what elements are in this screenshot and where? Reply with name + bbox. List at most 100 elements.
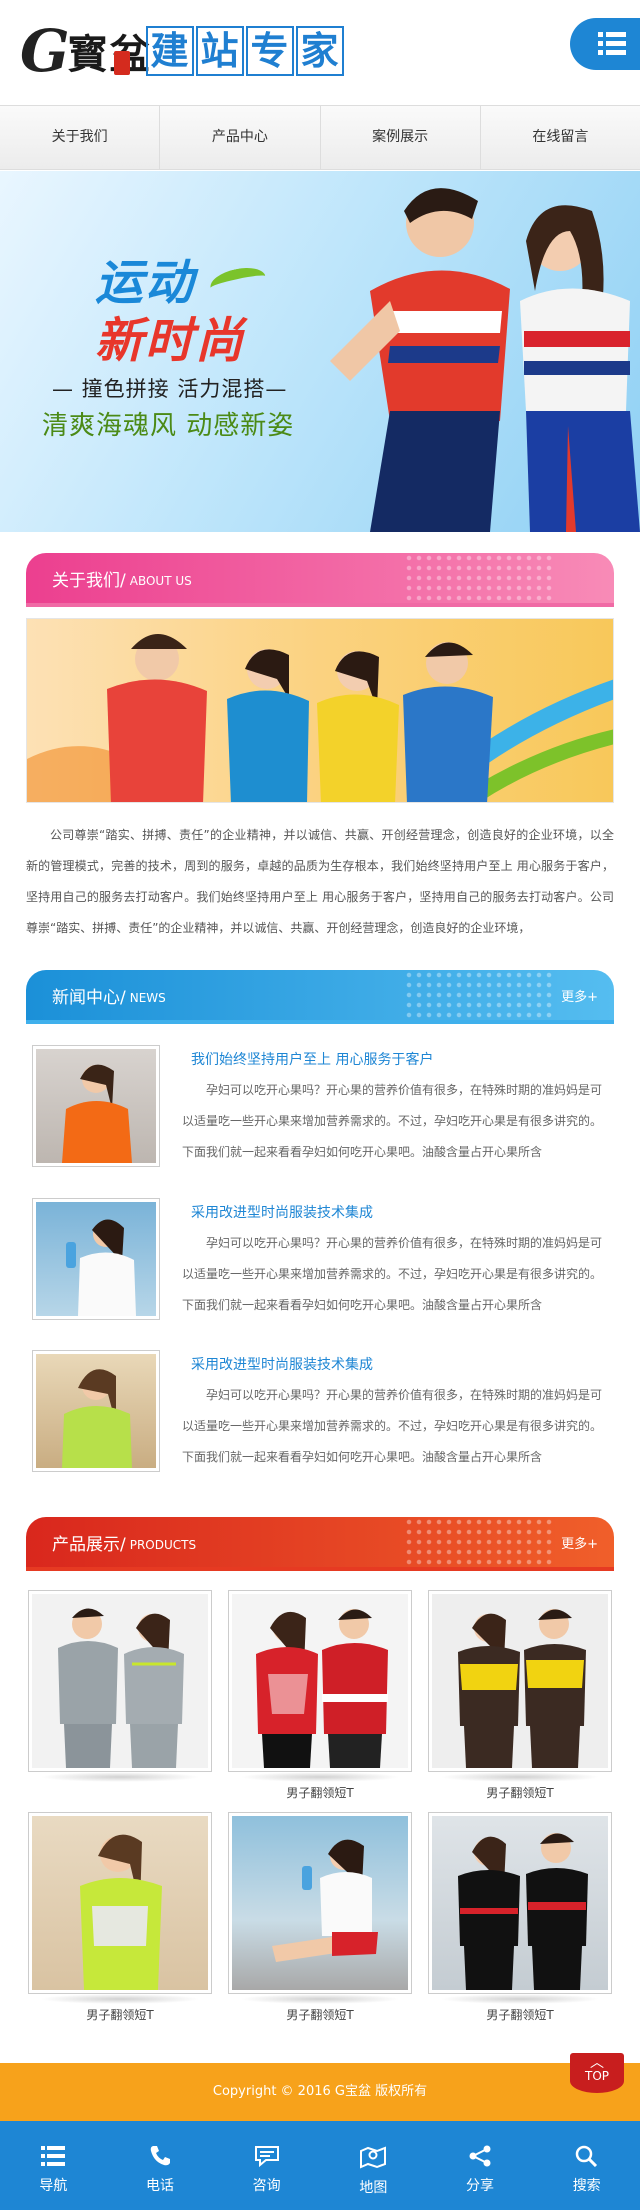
banner-title-line2: 新时尚 <box>95 313 246 369</box>
about-description: 公司尊崇“踏实、拼搏、责任”的企业精神，并以诚信、共赢、开创经营理念，创造良好的… <box>26 828 614 935</box>
phone-icon <box>150 2146 170 2166</box>
news-thumbnail[interactable] <box>32 1045 160 1167</box>
tab-share[interactable]: 分享 <box>427 2121 534 2210</box>
news-thumbnail[interactable] <box>32 1350 160 1472</box>
leaf-icon <box>207 263 269 301</box>
product-name[interactable]: 男子翻领短T <box>228 1784 412 1801</box>
product-card[interactable]: 男子翻领短T <box>428 1812 612 2023</box>
product-shadow <box>40 1994 200 2004</box>
about-section-header[interactable]: 关于我们/ ABOUT US <box>26 553 614 603</box>
tab-search[interactable]: 搜索 <box>533 2121 640 2210</box>
dots-decoration <box>404 553 554 603</box>
banner-tagline: — 撞色拼接 活力混搭— <box>52 377 288 401</box>
share-icon <box>469 2145 491 2167</box>
map-icon <box>360 2146 387 2169</box>
chat-icon <box>254 2146 279 2167</box>
tab-map[interactable]: 地图 <box>320 2121 427 2210</box>
news-item-desc: 孕妇可以吃开心果吗？开心果的营养价值有很多，在特殊时期的准妈妈是可以适量吃一些开… <box>182 1236 603 1312</box>
tab-navigation[interactable]: 导航 <box>0 2121 107 2210</box>
nav-item-message[interactable]: 在线留言 <box>481 106 640 169</box>
product-card[interactable] <box>28 1590 212 1784</box>
tab-label: 分享 <box>466 2178 495 2194</box>
footer-copyright: Copyright © 2016 G宝盆 版权所有 <box>0 2063 640 2121</box>
logo-title-char: 专 <box>245 26 294 76</box>
product-image[interactable] <box>28 1590 212 1772</box>
products-underline <box>26 1567 614 1571</box>
products-title-en: PRODUCTS <box>129 1538 197 1552</box>
products-section-header: 产品展示/ PRODUCTS 更多+ <box>26 1517 614 1567</box>
about-image <box>26 618 614 803</box>
search-icon <box>575 2145 597 2167</box>
news-item-title[interactable]: 我们始终坚持用户至上 用心服务于客户 <box>191 1049 433 1069</box>
product-shadow <box>40 1772 200 1782</box>
dots-decoration <box>404 970 554 1020</box>
tab-label: 导航 <box>39 2178 68 2194</box>
tab-consult[interactable]: 咨询 <box>213 2121 320 2210</box>
product-image[interactable] <box>228 1590 412 1772</box>
product-image[interactable] <box>228 1812 412 1994</box>
news-title-en: NEWS <box>129 991 166 1005</box>
about-group-photo <box>27 634 613 802</box>
product-image[interactable] <box>428 1812 612 1994</box>
tab-label: 电话 <box>146 2178 174 2194</box>
news-more-link[interactable]: 更多+ <box>561 986 598 1005</box>
list-icon <box>41 2146 66 2166</box>
news-item-desc: 孕妇可以吃开心果吗？开心果的营养价值有很多，在特殊时期的准妈妈是可以适量吃一些开… <box>182 1083 603 1159</box>
product-name[interactable]: 男子翻领短T <box>228 2006 412 2023</box>
seal-icon <box>113 51 130 75</box>
about-title: 关于我们/ <box>52 570 126 591</box>
logo-title-char: 建 <box>145 26 194 76</box>
logo-brand: 寳盆 <box>67 31 152 78</box>
dots-decoration <box>404 1517 554 1567</box>
news-section-header: 新闻中心/ NEWS 更多+ <box>26 970 614 1020</box>
news-title: 新闻中心/ <box>52 987 126 1008</box>
nav-item-cases[interactable]: 案例展示 <box>321 106 481 169</box>
news-thumbnail[interactable] <box>32 1198 160 1320</box>
logo-title-char: 家 <box>295 26 344 76</box>
banner-subtitle: 清爽海魂风 动感新姿 <box>42 411 295 441</box>
product-name[interactable]: 男子翻领短T <box>428 1784 612 1801</box>
product-card[interactable]: 男子翻领短T <box>228 1590 412 1801</box>
chevron-up-icon: ︿ <box>590 2055 604 2071</box>
bottom-tabbar: 导航 电话 咨询 地图 分享 搜索 <box>0 2121 640 2210</box>
tab-label: 咨询 <box>252 2178 281 2194</box>
product-card[interactable]: 男子翻领短T <box>228 1812 412 2023</box>
nav-item-about[interactable]: 关于我们 <box>0 106 161 169</box>
news-item-desc: 孕妇可以吃开心果吗？开心果的营养价值有很多，在特殊时期的准妈妈是可以适量吃一些开… <box>182 1388 603 1464</box>
product-card[interactable]: 男子翻领短T <box>428 1590 612 1801</box>
about-title-en: ABOUT US <box>129 574 192 588</box>
product-card[interactable]: 男子翻领短T <box>28 1812 212 2023</box>
product-name[interactable]: 男子翻领短T <box>28 2006 212 2023</box>
tab-phone[interactable]: 电话 <box>107 2121 214 2210</box>
product-name[interactable]: 男子翻领短T <box>428 2006 612 2023</box>
tab-label: 地图 <box>359 2180 388 2196</box>
back-to-top-button[interactable]: ︿ TOP <box>570 2053 624 2093</box>
news-item[interactable]: 采用改进型时尚服装技术集成 孕妇可以吃开心果吗？开心果的营养价值有很多，在特殊时… <box>32 1198 612 1323</box>
logo-g: G <box>20 17 70 85</box>
product-shadow <box>440 1994 600 2004</box>
nav-item-products[interactable]: 产品中心 <box>160 106 321 169</box>
banner-models-image <box>330 188 640 532</box>
news-underline <box>26 1020 614 1024</box>
tab-label: 搜索 <box>572 2178 601 2194</box>
product-image[interactable] <box>428 1590 612 1772</box>
news-item-title[interactable]: 采用改进型时尚服装技术集成 <box>191 1354 373 1374</box>
news-item[interactable]: 我们始终坚持用户至上 用心服务于客户 孕妇可以吃开心果吗？开心果的营养价值有很多… <box>32 1045 612 1170</box>
back-to-top-label: TOP <box>584 2069 609 2083</box>
main-nav: 关于我们 产品中心 案例展示 在线留言 <box>0 105 640 170</box>
logo-title: 建 站 专 家 <box>145 26 346 76</box>
site-logo[interactable]: G 寳盆 建 站 专 家 <box>20 16 346 86</box>
products-more-link[interactable]: 更多+ <box>561 1533 598 1552</box>
header: G 寳盆 建 站 专 家 <box>0 0 640 105</box>
product-image[interactable] <box>28 1812 212 1994</box>
hero-banner[interactable]: 运动 新时尚 — 撞色拼接 活力混搭— 清爽海魂风 动感新姿 <box>0 171 640 532</box>
product-shadow <box>240 1772 400 1782</box>
product-shadow <box>240 1994 400 2004</box>
news-item-title[interactable]: 采用改进型时尚服装技术集成 <box>191 1202 373 1222</box>
about-underline <box>26 603 614 607</box>
products-title: 产品展示/ <box>52 1534 126 1555</box>
logo-title-char: 站 <box>195 26 244 76</box>
menu-list-icon <box>598 32 626 55</box>
menu-button[interactable] <box>570 18 640 70</box>
news-item[interactable]: 采用改进型时尚服装技术集成 孕妇可以吃开心果吗？开心果的营养价值有很多，在特殊时… <box>32 1350 612 1475</box>
